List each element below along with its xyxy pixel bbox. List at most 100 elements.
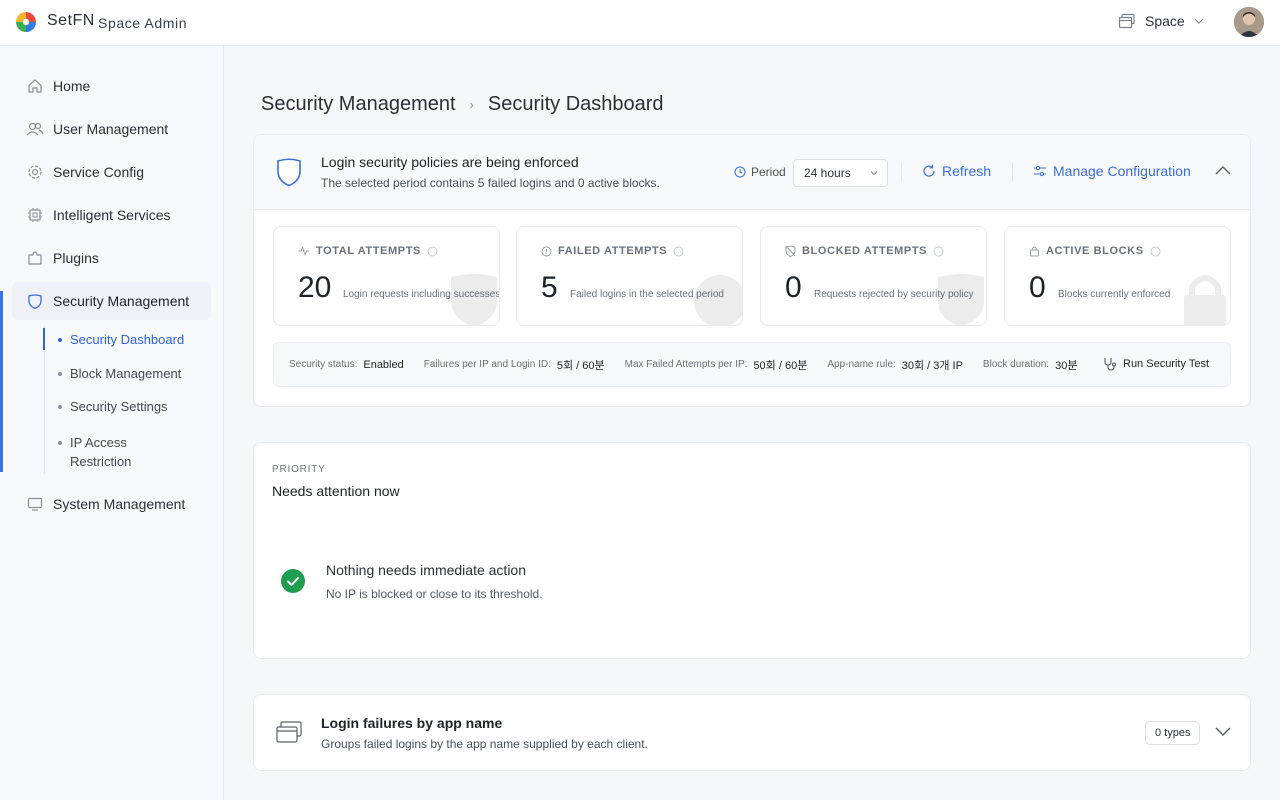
stethoscope-icon bbox=[1104, 358, 1117, 371]
check-circle-icon bbox=[281, 569, 305, 593]
priority-title: Needs attention now bbox=[272, 483, 400, 499]
submenu-item-ip-access-restriction[interactable]: IP Access Restriction bbox=[58, 433, 178, 471]
shield-icon bbox=[26, 292, 44, 310]
lock-watermark-icon bbox=[1184, 275, 1226, 325]
stat-label-text: ACTIVE BLOCKS bbox=[1046, 245, 1144, 257]
setfn-logo-icon[interactable] bbox=[15, 11, 37, 33]
security-status-row: Security status: Enabled Failures per IP… bbox=[273, 342, 1231, 387]
submenu-item-label: Block Management bbox=[70, 366, 182, 381]
priority-card: PRIORITY Needs attention now Nothing nee… bbox=[253, 442, 1251, 659]
empty-state-subtitle: No IP is blocked or close to its thresho… bbox=[326, 587, 543, 601]
stat-active-blocks: ACTIVE BLOCKS 0 Blocks currently enforce… bbox=[1004, 226, 1231, 326]
refresh-button[interactable]: Refresh bbox=[922, 163, 991, 179]
chevron-down-icon bbox=[870, 171, 878, 176]
bullet-icon bbox=[58, 405, 62, 409]
help-icon[interactable] bbox=[1150, 246, 1161, 257]
stat-label-text: TOTAL ATTEMPTS bbox=[316, 245, 421, 257]
status-value: 30분 bbox=[1055, 359, 1078, 372]
sidebar-item-service-config[interactable]: Service Config bbox=[12, 153, 211, 191]
status-key: Failures per IP and Login ID: bbox=[423, 359, 551, 370]
bullet-icon bbox=[58, 372, 62, 376]
monitor-icon bbox=[26, 495, 44, 513]
shield-off-watermark-icon bbox=[938, 274, 984, 325]
help-icon[interactable] bbox=[673, 246, 684, 257]
app-failures-subtitle: Groups failed logins by the app name sup… bbox=[321, 737, 648, 751]
run-security-test-button[interactable]: Run Security Test bbox=[1103, 357, 1209, 371]
login-failures-by-app-card[interactable]: Login failures by app name Groups failed… bbox=[253, 694, 1251, 771]
manage-configuration-label: Manage Configuration bbox=[1053, 163, 1191, 179]
brand-name: SetFN bbox=[47, 12, 95, 29]
empty-state-title: Nothing needs immediate action bbox=[326, 562, 527, 578]
stat-label-text: FAILED ATTEMPTS bbox=[558, 245, 668, 257]
status-key: Block duration: bbox=[982, 359, 1050, 370]
alert-circle-icon bbox=[541, 246, 552, 256]
stat-blocked-attempts: BLOCKED ATTEMPTS 0 Requests rejected by … bbox=[760, 226, 987, 326]
shield-check-watermark-icon bbox=[451, 274, 497, 325]
breadcrumb: Security Management › Security Dashboard bbox=[261, 93, 664, 116]
status-value: 30회 / 3개 IP bbox=[901, 359, 963, 372]
submenu-item-label: Security Settings bbox=[70, 399, 168, 414]
submenu-item-label: Security Dashboard bbox=[70, 332, 185, 347]
sidebar-item-label: Service Config bbox=[53, 164, 145, 180]
sidebar-item-user-management[interactable]: User Management bbox=[12, 110, 211, 148]
avatar[interactable] bbox=[1234, 7, 1264, 37]
chevron-up-icon[interactable] bbox=[1214, 164, 1232, 176]
active-section-indicator bbox=[0, 291, 3, 472]
manage-configuration-button[interactable]: Manage Configuration bbox=[1033, 163, 1191, 179]
policy-card-header: Login security policies are being enforc… bbox=[254, 135, 1250, 210]
breadcrumb-parent[interactable]: Security Management bbox=[261, 93, 456, 116]
refresh-label: Refresh bbox=[942, 163, 992, 179]
submenu-item-security-dashboard[interactable]: Security Dashboard bbox=[58, 332, 184, 347]
status-value: 50회 / 60분 bbox=[753, 359, 808, 372]
sidebar-item-intelligent-services[interactable]: Intelligent Services bbox=[12, 196, 211, 234]
help-icon[interactable] bbox=[427, 246, 438, 257]
types-count-badge: 0 types bbox=[1145, 721, 1201, 745]
policy-subtitle: The selected period contains 5 failed lo… bbox=[321, 176, 660, 190]
status-value: 5회 / 60분 bbox=[556, 359, 605, 372]
sidebar-item-label: Plugins bbox=[53, 250, 99, 266]
help-icon[interactable] bbox=[933, 246, 944, 257]
sidebar-item-label: User Management bbox=[53, 121, 169, 137]
submenu-item-block-management[interactable]: Block Management bbox=[58, 366, 181, 381]
stat-label: FAILED ATTEMPTS bbox=[541, 245, 684, 257]
users-icon bbox=[26, 120, 44, 138]
space-switcher[interactable]: Space bbox=[1118, 13, 1204, 29]
policy-title: Login security policies are being enforc… bbox=[321, 154, 579, 170]
sidebar-item-home[interactable]: Home bbox=[12, 67, 211, 105]
chevron-down-icon bbox=[1194, 18, 1204, 24]
submenu-item-label: IP Access Restriction bbox=[70, 435, 132, 469]
clock-icon bbox=[734, 166, 746, 178]
space-label: Space bbox=[1145, 13, 1185, 29]
stat-value: 5 bbox=[541, 271, 558, 304]
chevron-down-icon[interactable] bbox=[1214, 726, 1232, 738]
user-avatar-icon bbox=[1234, 7, 1264, 37]
bullet-icon bbox=[58, 441, 62, 445]
stat-value: 0 bbox=[1029, 271, 1046, 304]
lock-icon bbox=[1030, 246, 1039, 257]
shield-icon bbox=[277, 158, 301, 187]
activity-icon bbox=[298, 246, 310, 256]
breadcrumb-current: Security Dashboard bbox=[487, 93, 664, 115]
stat-label: TOTAL ATTEMPTS bbox=[298, 245, 438, 257]
divider bbox=[901, 163, 902, 181]
sidebar-item-label: Home bbox=[53, 78, 91, 94]
stat-label: ACTIVE BLOCKS bbox=[1029, 245, 1161, 257]
submenu-item-security-settings[interactable]: Security Settings bbox=[58, 399, 168, 414]
sidebar-item-security-management[interactable]: Security Management bbox=[12, 282, 211, 320]
shield-off-icon bbox=[785, 245, 796, 257]
sidebar-item-plugins[interactable]: Plugins bbox=[12, 239, 211, 277]
alert-watermark-icon bbox=[694, 275, 742, 325]
stat-label: BLOCKED ATTEMPTS bbox=[785, 245, 944, 257]
status-value: Enabled bbox=[363, 358, 404, 371]
chevron-right-icon: › bbox=[469, 97, 474, 112]
status-key: Security status: bbox=[289, 359, 358, 370]
chip-icon bbox=[26, 206, 44, 224]
sidebar-item-label: Intelligent Services bbox=[53, 207, 171, 223]
security-policy-card: Login security policies are being enforc… bbox=[253, 134, 1251, 407]
window-icon bbox=[1118, 13, 1135, 29]
puzzle-icon bbox=[26, 249, 44, 267]
sidebar-item-system-management[interactable]: System Management bbox=[12, 485, 211, 523]
priority-eyebrow: PRIORITY bbox=[272, 464, 326, 475]
stat-total-attempts: TOTAL ATTEMPTS 20 Login requests includi… bbox=[273, 226, 500, 326]
period-select[interactable]: 24 hours bbox=[793, 159, 888, 187]
